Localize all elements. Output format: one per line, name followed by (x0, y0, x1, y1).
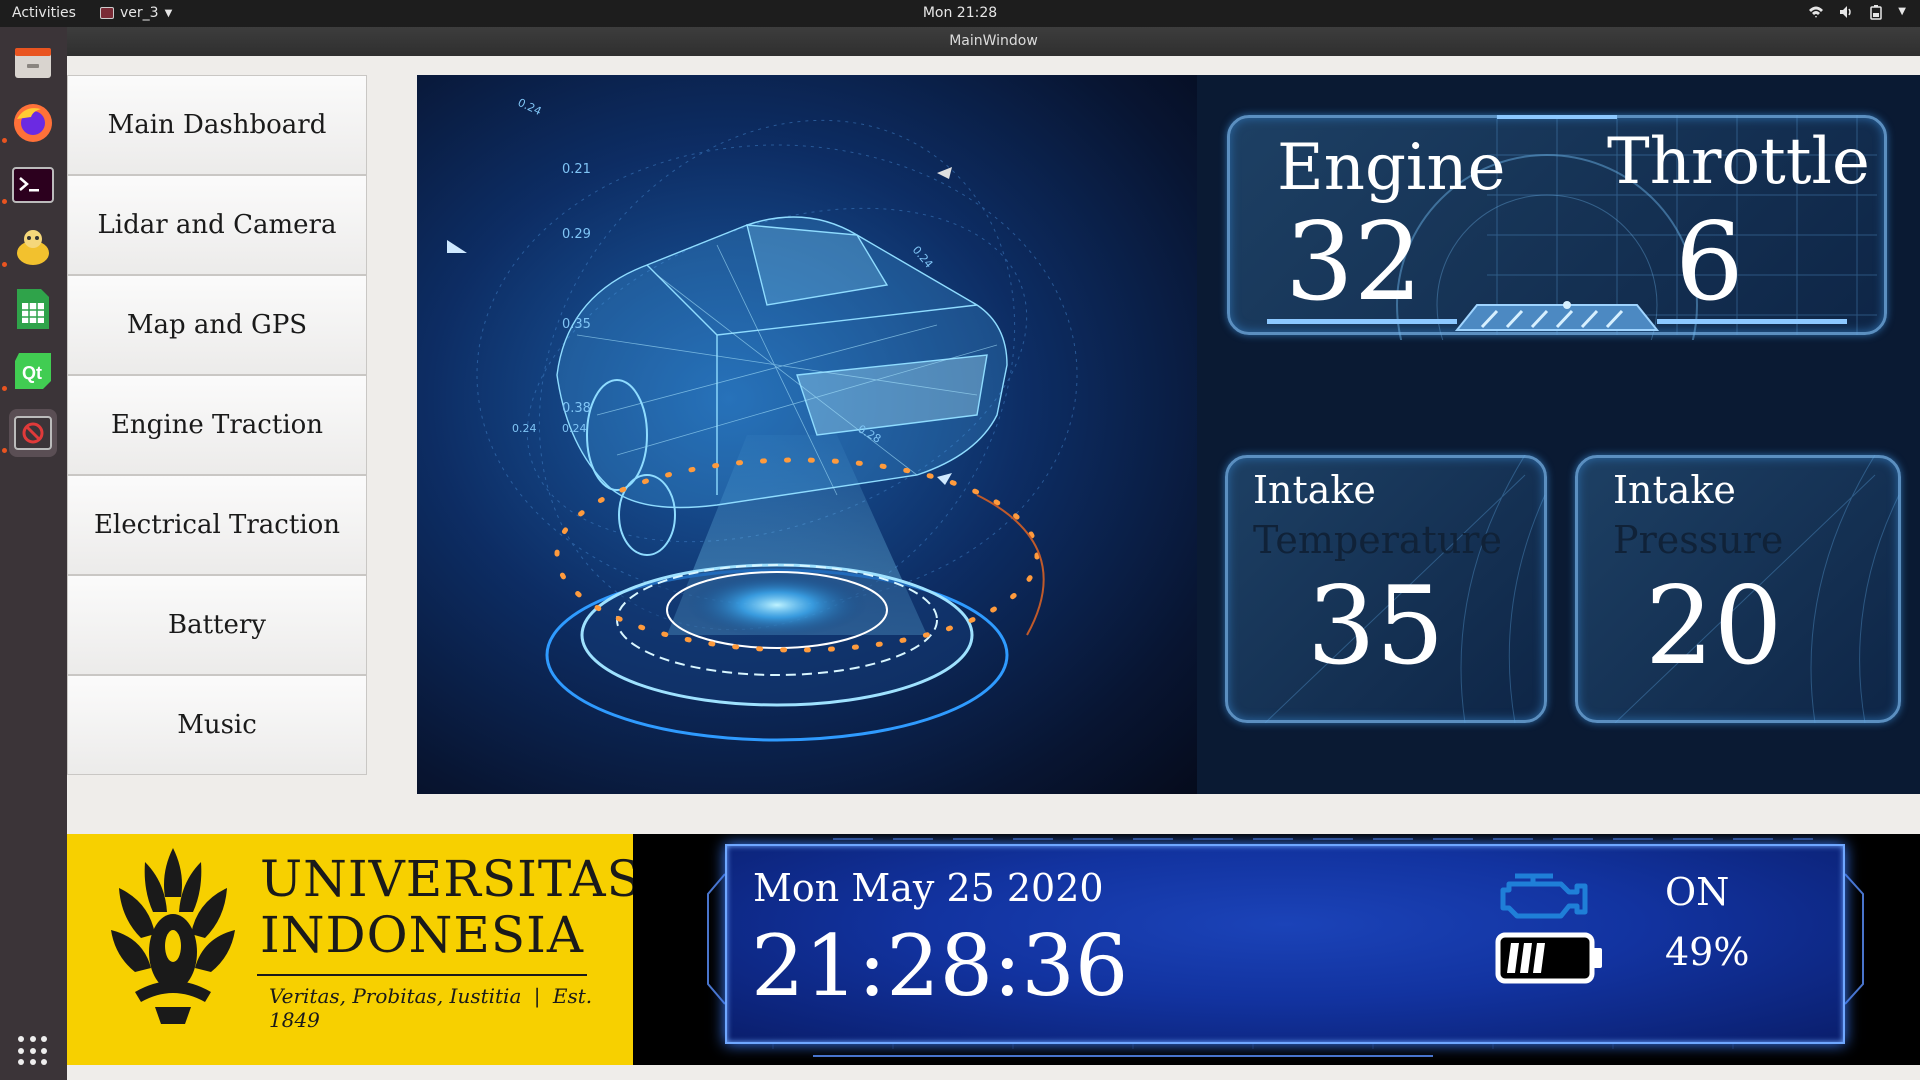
chevron-down-icon: ▼ (1898, 6, 1906, 17)
university-logo: UNIVERSITAS INDONESIA Veritas, Probitas,… (67, 834, 641, 1065)
holo-label: 0.24 (910, 244, 936, 271)
throttle-label: Throttle (1607, 125, 1870, 199)
throttle-value: 6 (1675, 200, 1744, 325)
holo-label: 0.38 (562, 401, 591, 416)
engine-value: 32 (1285, 200, 1423, 325)
chevron-down-icon: ▼ (164, 7, 173, 19)
logo-separator: | (533, 984, 541, 1008)
date-text: Mon May 25 2020 (753, 866, 1104, 910)
battery-level-text: 49% (1665, 930, 1750, 974)
python-icon[interactable] (9, 223, 57, 271)
qt-creator-icon[interactable]: Qt (9, 347, 57, 395)
holo-label: 0.35 (562, 317, 591, 332)
battery-icon (1495, 932, 1602, 984)
engine-state-text: ON (1665, 870, 1730, 914)
firefox-icon[interactable] (9, 99, 57, 147)
running-app-icon[interactable] (9, 409, 57, 457)
hologram-car-graphic: 0.21 0.29 0.35 0.38 0.24 0.24 0.24 0.24 … (447, 96, 1078, 742)
spreadsheet-icon[interactable] (9, 285, 57, 333)
holo-label: 0.29 (562, 227, 591, 242)
nav-engine-traction-button[interactable]: Engine Traction (67, 375, 367, 475)
makara-emblem-icon (111, 848, 235, 1024)
terminal-icon[interactable] (9, 161, 57, 209)
nav-electrical-traction-button[interactable]: Electrical Traction (67, 475, 367, 575)
window-title: MainWindow (949, 33, 1038, 49)
volume-icon (1840, 6, 1852, 18)
holo-label: 0.24 (516, 96, 544, 118)
files-icon[interactable] (9, 37, 57, 85)
logo-tagline: Veritas, Probitas, Iustitia | Est. 1849 (269, 984, 633, 1032)
engine-label: Engine (1277, 131, 1506, 205)
intake-pressure-value: 20 (1645, 564, 1783, 689)
activities-button[interactable]: Activities (12, 5, 76, 21)
intake-temp-value: 35 (1307, 564, 1445, 689)
holo-label: 0.21 (562, 162, 591, 177)
wifi-icon (1809, 6, 1824, 18)
nav-main-dashboard-button[interactable]: Main Dashboard (67, 75, 367, 175)
dock: Qt (0, 27, 67, 1080)
top-bar-clock[interactable]: Mon 21:28 (0, 5, 1920, 21)
hologram-car-image: 0.21 0.29 0.35 0.38 0.24 0.24 0.24 0.24 … (417, 75, 1197, 794)
nav-lidar-camera-button[interactable]: Lidar and Camera (67, 175, 367, 275)
nav-music-button[interactable]: Music (67, 675, 367, 775)
intake-temp-label-line2: Temperature (1253, 518, 1502, 562)
window-titlebar[interactable]: MainWindow (67, 27, 1920, 56)
app-grid-icon[interactable] (18, 1036, 48, 1066)
gauges-panel: Engine 32 Throttle 6 Intake Temperature … (1197, 75, 1920, 794)
intake-temp-label-line1: Intake (1253, 468, 1376, 512)
running-indicator (2, 386, 7, 391)
logo-motto: Veritas, Probitas, Iustitia (269, 984, 522, 1008)
system-tray[interactable]: ▼ (1808, 4, 1906, 20)
logo-divider (257, 974, 587, 976)
app-menu[interactable]: ver_3 ▼ (100, 5, 172, 21)
running-indicator (2, 262, 7, 267)
running-indicator (2, 138, 7, 143)
logo-line1: UNIVERSITAS (260, 850, 642, 908)
intake-pressure-label-line1: Intake (1613, 468, 1736, 512)
main-window: Main Dashboard Lidar and Camera Map and … (67, 56, 1920, 1080)
intake-pressure-label-line2: Pressure (1613, 518, 1784, 562)
app-menu-label: ver_3 (120, 5, 159, 21)
status-band: Mon May 25 2020 21:28:36 ON 49% (633, 834, 1920, 1065)
nav-map-gps-button[interactable]: Map and GPS (67, 275, 367, 375)
running-indicator (2, 448, 7, 453)
running-indicator (2, 199, 7, 204)
logo-line2: INDONESIA (260, 906, 584, 964)
battery-icon (1870, 5, 1883, 20)
top-bar: Activities ver_3 ▼ Mon 21:28 ▼ (0, 0, 1920, 27)
holo-label: 0.24 (512, 422, 537, 435)
time-text: 21:28:36 (751, 917, 1129, 1015)
svg-text:Qt: Qt (22, 363, 42, 383)
engine-icon (1500, 873, 1588, 919)
holo-label: 0.24 (562, 422, 587, 435)
nav-battery-button[interactable]: Battery (67, 575, 367, 675)
app-window-icon (100, 7, 114, 19)
